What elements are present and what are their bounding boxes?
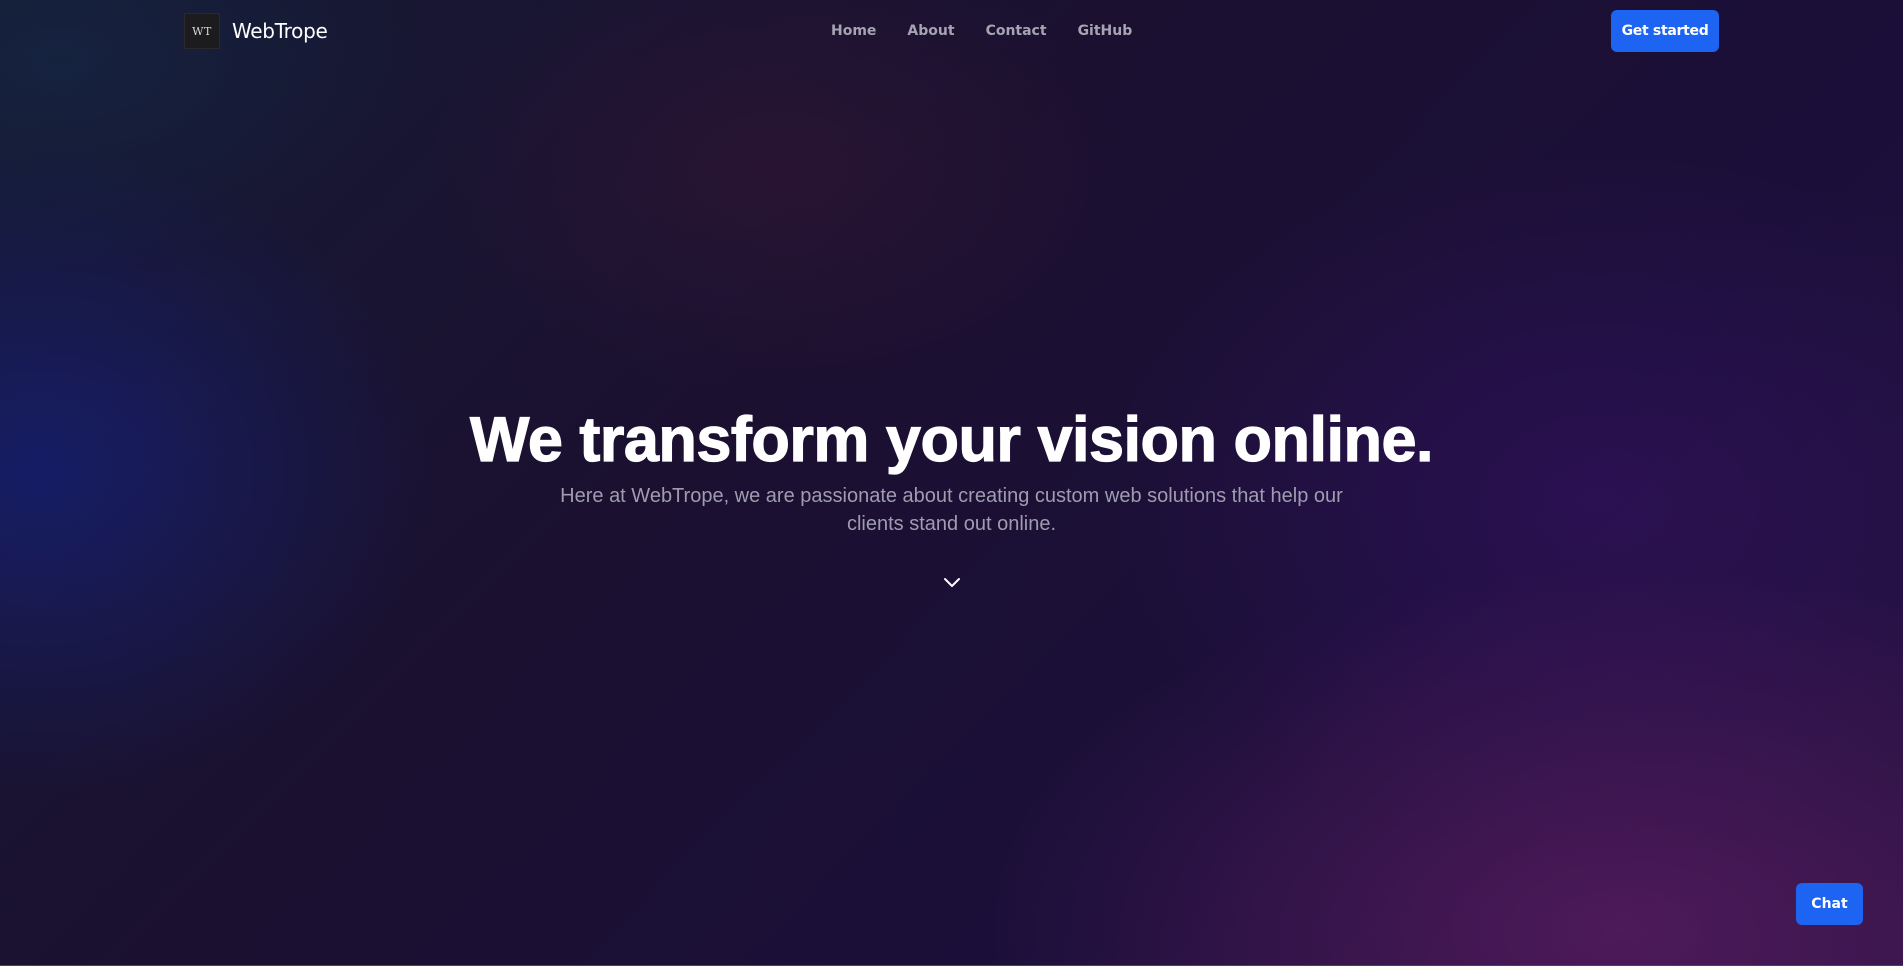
brand-home-link[interactable]: WT WebTrope [184,12,328,50]
site-header: WT WebTrope Home About Contact GitHub Ge… [0,0,1903,62]
hero-title: We transform your vision online. [469,404,1434,475]
nav-link-github[interactable]: GitHub [1078,20,1133,42]
chat-button[interactable]: Chat [1796,883,1863,925]
main-nav: Home About Contact GitHub [831,20,1132,42]
brand-name: WebTrope [232,19,328,43]
hero-subtitle: Here at WebTrope, we are passionate abou… [560,485,1343,535]
nav-link-contact[interactable]: Contact [986,20,1047,42]
scroll-down-button[interactable] [940,572,964,594]
chevron-down-icon [944,578,960,587]
nav-link-home[interactable]: Home [831,20,876,42]
nav-link-about[interactable]: About [907,20,954,42]
brand-logo: WT [184,13,220,49]
get-started-button[interactable]: Get started [1611,10,1719,52]
